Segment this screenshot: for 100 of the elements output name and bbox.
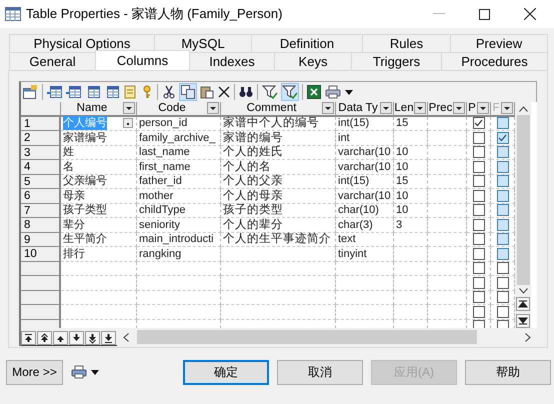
checkbox[interactable]	[496, 117, 508, 130]
empty-cell[interactable]	[394, 305, 428, 320]
scroll-right-icon[interactable]	[525, 332, 531, 342]
checkbox[interactable]	[496, 276, 508, 289]
column-header[interactable]: Data Ty	[336, 102, 394, 116]
checkbox[interactable]	[496, 306, 508, 318]
checkbox[interactable]	[472, 233, 484, 246]
checkbox[interactable]	[496, 160, 508, 173]
dropdown-icon[interactable]	[380, 102, 392, 114]
scroll-up-icon[interactable]	[518, 106, 528, 112]
checkbox[interactable]	[496, 248, 508, 260]
tab[interactable]: Preview	[450, 34, 548, 52]
add-row-icon[interactable]	[66, 85, 81, 99]
checkbox[interactable]	[472, 248, 484, 260]
caret-icon[interactable]	[91, 370, 99, 374]
row-move-icon[interactable]	[85, 331, 100, 345]
dropdown-icon[interactable]	[322, 102, 334, 114]
checkbox[interactable]	[472, 204, 484, 216]
empty-cell[interactable]	[394, 290, 428, 305]
table-row[interactable]: 6 母亲 mother 个人的母亲 varchar(10 10	[21, 189, 515, 204]
table-row[interactable]: 9 生平简介 main_introducti 个人的生平事迹简介 text	[21, 232, 515, 247]
printer-icon[interactable]	[71, 365, 87, 379]
column-header[interactable]: Comment	[221, 102, 336, 116]
dropdown-icon[interactable]	[453, 102, 465, 114]
table-row[interactable]: 1 个人编号 person_id 家谱中个人的编号 int(15) 15	[21, 116, 515, 131]
column-header[interactable]: Prec	[428, 102, 467, 116]
checkbox[interactable]	[472, 146, 484, 158]
checkbox[interactable]	[496, 190, 508, 202]
empty-cell[interactable]	[428, 276, 467, 290]
checkbox[interactable]	[472, 132, 484, 144]
table-row[interactable]: 8 辈分 seniority 个人的辈分 char(3) 3	[21, 218, 515, 232]
checkbox[interactable]	[472, 160, 484, 173]
checkbox[interactable]	[472, 291, 484, 304]
empty-cell[interactable]	[394, 276, 428, 290]
dropdown-icon[interactable]	[477, 102, 489, 114]
scroll-down-icon[interactable]	[518, 288, 528, 294]
table-row[interactable]: 4 名 first_name 个人的名 varchar(10 10	[21, 160, 515, 174]
table-row[interactable]: 7 孩子类型 childType 孩子的类型 char(10) 10	[21, 204, 515, 218]
column-header[interactable]: Name	[61, 102, 137, 116]
empty-cell[interactable]	[428, 305, 467, 320]
tab[interactable]: Columns	[95, 50, 190, 70]
empty-cell[interactable]	[221, 262, 336, 276]
dropdown-icon[interactable]	[123, 102, 135, 114]
tab[interactable]: Physical Options	[9, 34, 155, 52]
spreadsheet-icon[interactable]	[307, 85, 321, 99]
tab[interactable]: General	[9, 52, 96, 70]
insert-row-icon[interactable]	[47, 85, 62, 99]
empty-cell[interactable]	[428, 290, 467, 305]
table-row[interactable]: 10 排行 rangking tinyint	[21, 247, 515, 262]
checkbox[interactable]	[496, 262, 508, 274]
scroll-thumb[interactable]	[516, 115, 530, 285]
checkbox[interactable]	[496, 146, 508, 158]
key-icon[interactable]	[141, 85, 153, 99]
properties-icon[interactable]	[23, 85, 38, 99]
checkbox[interactable]	[496, 218, 508, 231]
copy-icon[interactable]	[180, 84, 196, 100]
column-header[interactable]: Len	[394, 102, 428, 116]
empty-cell[interactable]	[336, 262, 394, 276]
maximize-icon[interactable]	[479, 8, 490, 20]
scissors-icon[interactable]	[162, 85, 176, 99]
filter-icon[interactable]	[262, 84, 278, 100]
dropdown-icon[interactable]	[207, 102, 219, 114]
caret-icon[interactable]	[345, 90, 353, 94]
row-move-icon[interactable]	[21, 331, 36, 345]
empty-cell[interactable]	[137, 276, 221, 290]
close-icon[interactable]	[524, 8, 536, 20]
checkbox[interactable]	[496, 132, 508, 144]
table-row[interactable]: 5 父亲编号 father_id 个人的父亲 int(15) 15	[21, 174, 515, 189]
empty-cell[interactable]	[221, 276, 336, 290]
checkbox[interactable]	[472, 117, 484, 130]
table-icon[interactable]	[85, 85, 100, 99]
dialog-button[interactable]: 取消	[277, 360, 363, 384]
empty-cell[interactable]	[428, 262, 467, 276]
tab[interactable]: Triggers	[351, 52, 442, 70]
vertical-scrollbar[interactable]	[515, 102, 531, 328]
dropdown-icon[interactable]	[414, 102, 426, 114]
filter-icon[interactable]	[282, 84, 298, 100]
checkbox[interactable]	[496, 175, 508, 188]
row-move-icon[interactable]	[69, 331, 84, 345]
checkbox[interactable]	[472, 262, 484, 274]
checkbox[interactable]	[496, 233, 508, 246]
checkbox[interactable]	[472, 175, 484, 188]
empty-cell[interactable]	[394, 262, 428, 276]
checkbox[interactable]	[496, 204, 508, 216]
empty-cell[interactable]	[336, 290, 394, 305]
dropdown-icon[interactable]	[501, 102, 513, 114]
binoculars-icon[interactable]	[239, 86, 253, 98]
printer-icon[interactable]	[325, 85, 341, 99]
checkbox[interactable]	[472, 276, 484, 289]
move-top-icon[interactable]	[516, 297, 530, 311]
table-icon[interactable]	[104, 85, 119, 99]
checkbox[interactable]	[472, 306, 484, 318]
checkbox[interactable]	[472, 190, 484, 202]
empty-cell[interactable]	[137, 262, 221, 276]
row-move-icon[interactable]	[53, 331, 68, 345]
scroll-left-icon[interactable]	[123, 332, 129, 342]
empty-cell[interactable]	[137, 290, 221, 305]
table-row[interactable]: 2 家谱编号 family_archive_ 家谱的编号 int	[21, 131, 515, 146]
empty-cell[interactable]	[221, 305, 336, 320]
move-bottom-icon[interactable]	[516, 314, 530, 328]
